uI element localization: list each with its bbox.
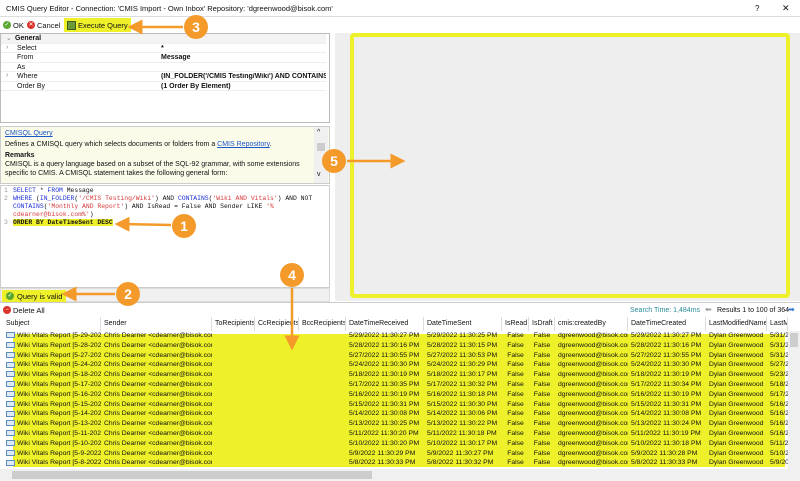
callout-arrow-1: 1 [114, 214, 196, 238]
callout-number: 3 [192, 19, 200, 35]
callout-arrow-5: 5 [322, 149, 406, 173]
callout-number: 1 [180, 218, 188, 234]
callout-number: 5 [330, 153, 338, 169]
callout-arrow-4: 4 [280, 263, 304, 351]
callout-number: 4 [288, 267, 296, 283]
callouts: 3 1 2 4 5 [61, 15, 406, 351]
callout-arrow-3: 3 [127, 15, 208, 39]
callout-arrow-2: 2 [61, 282, 140, 306]
callout-number: 2 [124, 286, 132, 302]
